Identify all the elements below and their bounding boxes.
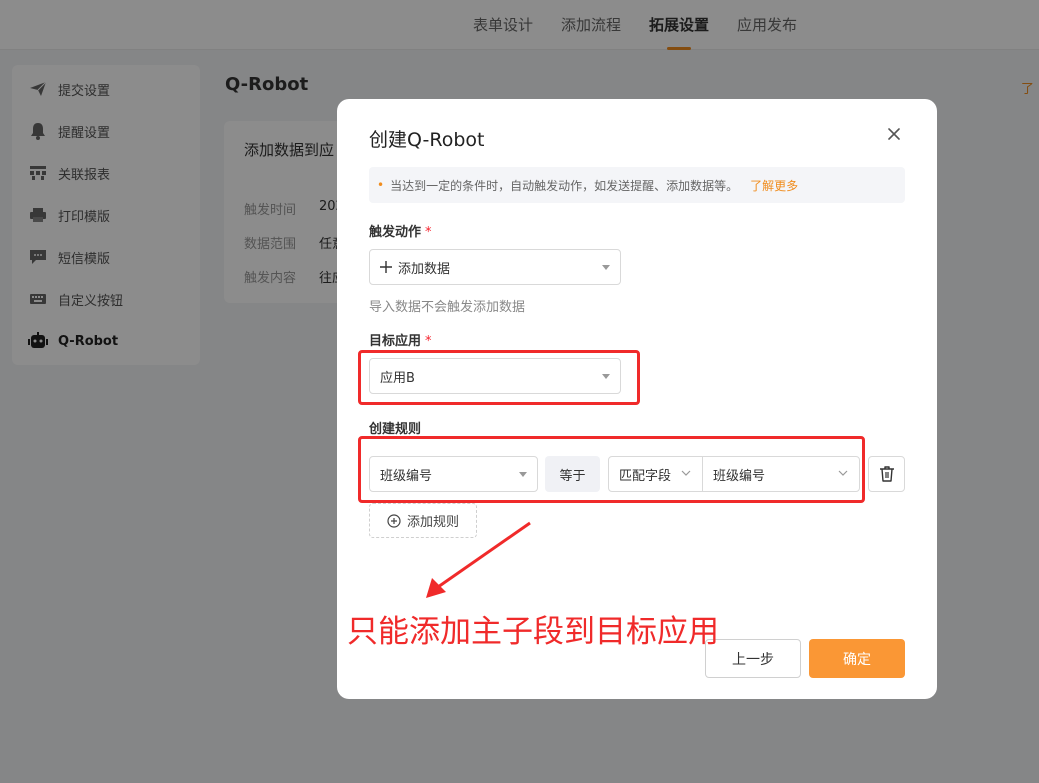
annotation-arrow [426,521,531,598]
annotation-text: 只能添加主子段到目标应用 [347,614,719,650]
